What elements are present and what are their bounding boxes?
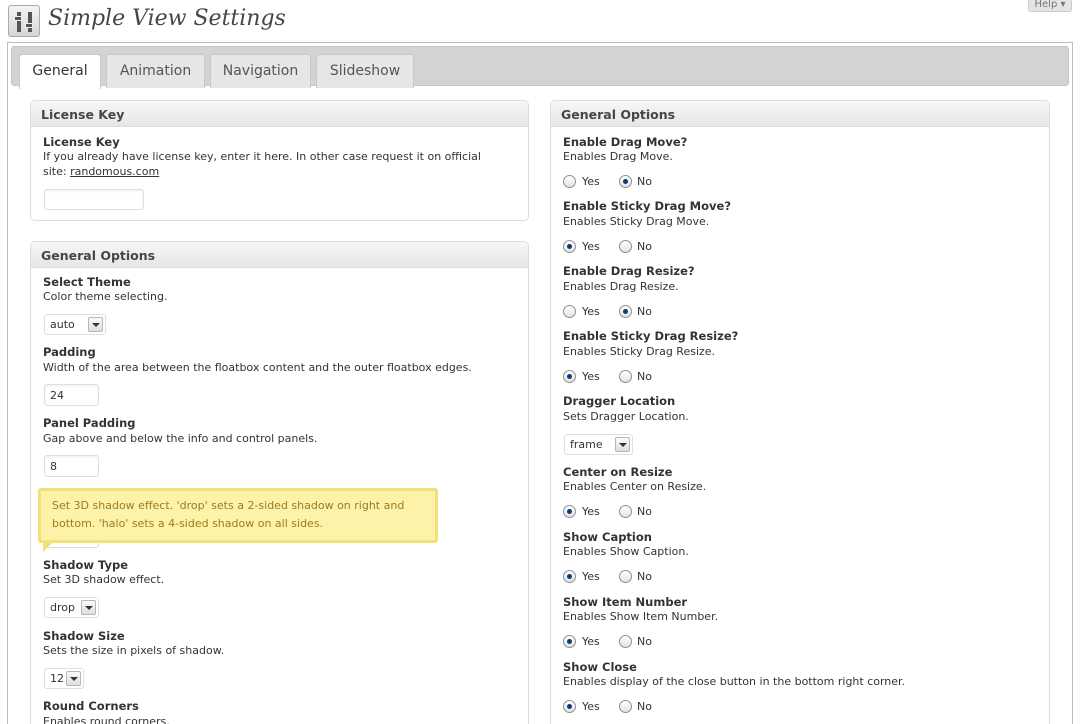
tab-general[interactable]: General [19,54,101,89]
dragger-location-desc: Sets Dragger Location. [563,410,689,423]
chevron-down-icon [81,600,96,615]
round-corners-label: Round Corners [43,699,139,713]
sticky-drag-move-label: Enable Sticky Drag Move? [563,199,731,213]
show-close-yes-radio[interactable] [563,700,576,713]
sticky-drag-move-no-radio[interactable] [619,240,632,253]
show-close-label: Show Close [563,660,637,674]
tab-navigation[interactable]: Navigation [210,54,311,88]
padding-input[interactable]: 24 [44,384,99,406]
padding-label: Padding [43,345,96,359]
settings-sliders-icon [8,5,40,37]
sticky-drag-resize-label: Enable Sticky Drag Resize? [563,329,739,343]
sticky-drag-resize-desc: Enables Sticky Drag Resize. [563,345,716,358]
drag-move-desc: Enables Drag Move. [563,150,673,163]
padding-desc: Width of the area between the floatbox c… [43,361,472,374]
tab-bar: General Animation Navigation Slideshow [11,46,1069,89]
show-close-desc: Enables display of the close button in t… [563,675,906,688]
theme-label: Select Theme [43,275,131,289]
show-caption-no-radio[interactable] [619,570,632,583]
panel-padding-desc: Gap above and below the info and control… [43,432,318,445]
dragger-location-select[interactable]: frame [564,434,633,455]
page-title: Simple View Settings [48,6,286,31]
shadow-type-select[interactable]: drop [44,597,99,618]
show-item-number-no-radio[interactable] [619,635,632,648]
center-on-resize-no-radio[interactable] [619,505,632,518]
license-box-title: License Key [31,101,528,127]
show-item-number-desc: Enables Show Item Number. [563,610,719,623]
drag-resize-label: Enable Drag Resize? [563,264,695,278]
shadow-type-desc: Set 3D shadow effect. [43,573,165,586]
shadow-size-label: Shadow Size [43,629,125,643]
license-key-desc-site: site: randomous.com [43,165,160,178]
drag-move-label: Enable Drag Move? [563,135,688,149]
randomous-link[interactable]: randomous.com [70,165,159,178]
shadow-type-label: Shadow Type [43,558,128,572]
tab-animation[interactable]: Animation [106,54,205,88]
show-item-number-yes-radio[interactable] [563,635,576,648]
dragger-location-label: Dragger Location [563,394,676,408]
license-key-desc: If you already have license key, enter i… [43,150,481,163]
chevron-down-icon [66,671,81,686]
center-on-resize-label: Center on Resize [563,465,673,479]
show-caption-desc: Enables Show Caption. [563,545,689,558]
show-item-number-label: Show Item Number [563,595,688,609]
theme-select[interactable]: auto [44,314,106,335]
tab-slideshow[interactable]: Slideshow [316,54,414,88]
drag-resize-no-radio[interactable] [619,305,632,318]
shadow-size-desc: Sets the size in pixels of shadow. [43,644,225,657]
sticky-drag-move-yes-radio[interactable] [563,240,576,253]
panel-padding-label: Panel Padding [43,416,136,430]
show-close-no-radio[interactable] [619,700,632,713]
drag-resize-yes-radio[interactable] [563,305,576,318]
license-key-label: License Key [43,135,120,149]
help-button[interactable]: Help ▾ [1028,0,1072,12]
drag-resize-desc: Enables Drag Resize. [563,280,679,293]
theme-desc: Color theme selecting. [43,290,168,303]
sticky-drag-move-desc: Enables Sticky Drag Move. [563,215,710,228]
drag-move-no-radio[interactable] [619,175,632,188]
chevron-down-icon [615,437,630,452]
left-options-title: General Options [31,242,528,268]
shadow-size-select[interactable]: 12 [44,668,84,689]
sticky-drag-resize-no-radio[interactable] [619,370,632,383]
drag-move-yes-radio[interactable] [563,175,576,188]
tooltip-line-1: Set 3D shadow effect. 'drop' sets a 2-si… [52,499,405,512]
right-options-title: General Options [551,101,1049,127]
license-key-input[interactable] [44,189,144,210]
center-on-resize-desc: Enables Center on Resize. [563,480,707,493]
chevron-down-icon [88,317,103,332]
round-corners-desc: Enables round corners. [43,715,170,724]
tooltip-line-2: bottom. 'halo' sets a 4-sided shadow on … [52,517,324,530]
show-caption-label: Show Caption [563,530,652,544]
shadow-type-tooltip: Set 3D shadow effect. 'drop' sets a 2-si… [38,488,438,552]
panel-padding-input[interactable]: 8 [44,455,99,477]
center-on-resize-yes-radio[interactable] [563,505,576,518]
show-caption-yes-radio[interactable] [563,570,576,583]
sticky-drag-resize-yes-radio[interactable] [563,370,576,383]
